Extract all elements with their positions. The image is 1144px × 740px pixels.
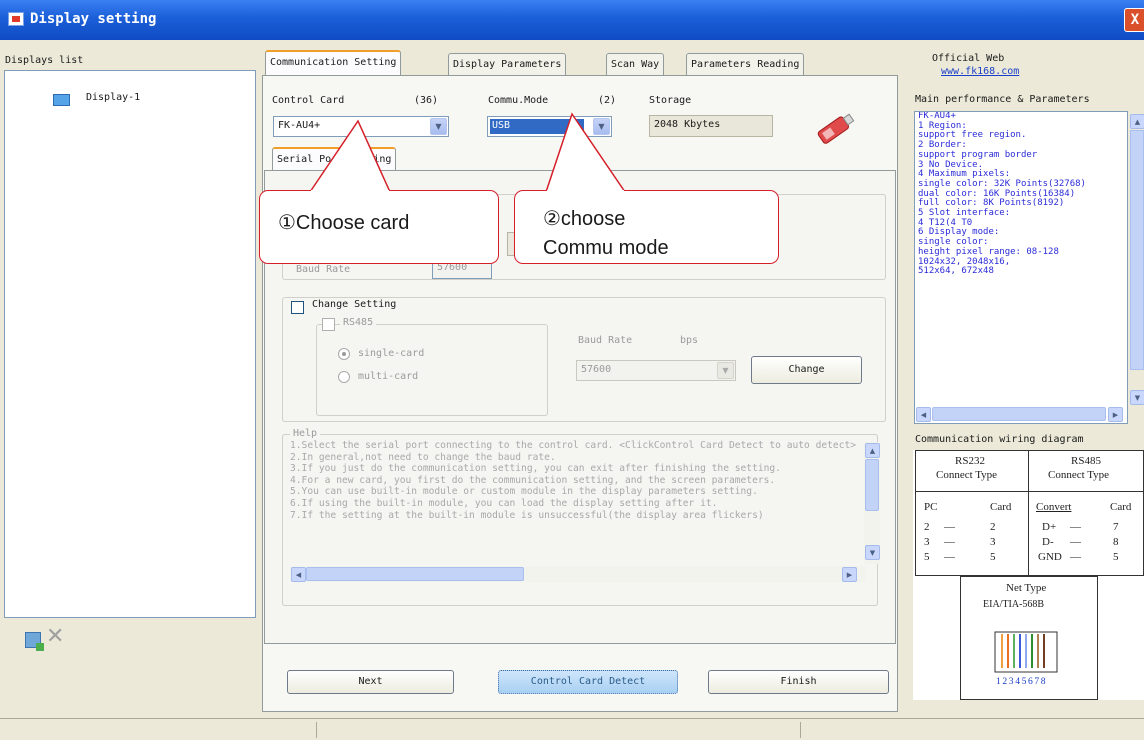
perf-horizontal-scroll-thumb[interactable]	[932, 407, 1106, 421]
rs485-pin: 5	[1113, 551, 1119, 563]
wire-dash: —	[944, 551, 955, 563]
perf-line: 512x64, 672x48	[918, 266, 994, 277]
wire-dash: —	[1070, 521, 1081, 533]
wire-dash: —	[944, 521, 955, 533]
status-divider	[800, 722, 801, 738]
rs485-pin: D-	[1042, 536, 1054, 548]
rj45-pin-numbers: 12345678	[996, 676, 1048, 687]
scroll-down-icon[interactable]: ▼	[1130, 390, 1144, 405]
wire-dash: —	[1070, 536, 1081, 548]
official-web-link[interactable]: www.fk168.com	[941, 66, 1019, 77]
wiring-diagram-label: Communication wiring diagram	[915, 434, 1084, 445]
rs485-subtitle: Connect Type	[1048, 469, 1110, 481]
status-bar	[0, 718, 1144, 740]
pc-label: PC	[924, 501, 938, 513]
rs232-title: RS232	[955, 455, 985, 467]
scroll-right-icon[interactable]: ▶	[1108, 407, 1123, 422]
rs232-pin: 3	[990, 536, 996, 548]
rs232-pin: 5	[924, 551, 930, 563]
rs232-pin: 3	[924, 536, 930, 548]
perf-vertical-scroll-thumb[interactable]	[1130, 130, 1144, 370]
net-type-title: Net Type	[1006, 582, 1047, 594]
wire-dash: —	[944, 536, 955, 548]
rs232-pin: 5	[990, 551, 996, 563]
main-performance-label: Main performance & Parameters	[915, 94, 1090, 105]
wire-dash: —	[1070, 551, 1081, 563]
rs485-title: RS485	[1071, 455, 1101, 467]
rj45-connector-icon	[994, 631, 1058, 673]
convert-label: Convert	[1036, 501, 1072, 513]
scroll-up-icon[interactable]: ▲	[1130, 114, 1144, 129]
scroll-left-icon[interactable]: ◀	[916, 407, 931, 422]
card-label-2: Card	[1110, 501, 1132, 513]
performance-text: FK-AU4+ 1 Region: support free region. 2…	[918, 112, 1118, 402]
rs485-pin: 7	[1113, 521, 1119, 533]
status-divider	[316, 722, 317, 738]
rs232-pin: 2	[924, 521, 930, 533]
rs485-pin: 8	[1113, 536, 1119, 548]
rs232-subtitle: Connect Type	[936, 469, 998, 481]
rs232-pin: 2	[990, 521, 996, 533]
card-label: Card	[990, 501, 1012, 513]
official-web-label: Official Web	[932, 53, 1005, 64]
net-type-standard: EIA/TIA-568B	[983, 599, 1045, 610]
rs485-pin: D+	[1042, 521, 1057, 533]
rs485-pin: GND	[1038, 551, 1062, 563]
